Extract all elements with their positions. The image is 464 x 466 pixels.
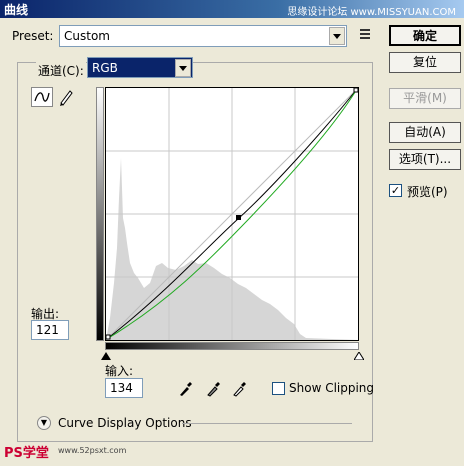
black-point-slider-icon[interactable] [101,352,111,360]
input-gradient-bar [105,342,359,350]
preset-label: Preset: [12,29,54,43]
curve-graph-svg[interactable] [105,87,359,341]
reset-button[interactable]: 复位 [389,52,461,73]
channel-value: RGB [92,61,118,75]
white-point-slider-icon[interactable] [354,352,364,360]
curve-endpoint-white[interactable] [353,87,359,93]
ok-button[interactable]: 确定 [389,25,461,46]
preset-value: Custom [64,29,110,43]
curve-display-options-label[interactable]: Curve Display Options [58,416,192,430]
divider [182,423,352,424]
output-gradient-bar [96,87,104,341]
black-eyedropper-icon[interactable] [178,379,194,397]
smooth-button[interactable]: 平滑(M) [389,88,461,109]
preview-checkbox[interactable]: ✓ [389,184,402,197]
pencil-icon[interactable] [55,87,77,107]
input-label: 输入: [105,364,134,378]
preset-dropdown[interactable]: Custom [59,25,347,47]
bottom-watermark: PS学堂 www.52psxt.com [0,440,150,464]
curve-endpoint-black[interactable] [105,334,111,340]
show-clipping-label: Show Clipping [289,381,375,395]
options-button[interactable]: 选项(T)... [389,149,461,170]
gray-eyedropper-icon[interactable] [206,379,222,397]
title-bar: 曲线 思缘设计论坛 www.MISSYUAN.COM [0,0,464,18]
output-field[interactable]: 121 [31,320,69,340]
curve-tool-icon[interactable] [31,87,53,107]
watermark-logo: PS学堂 [4,446,49,461]
channel-label: 通道(C): [36,62,86,79]
curve-point[interactable] [236,215,241,220]
preview-label: 预览(P) [407,185,448,199]
white-eyedropper-icon[interactable] [232,379,248,397]
watermark-url: www.52psxt.com [58,446,127,455]
channel-dropdown[interactable]: RGB [87,57,193,78]
top-watermark: 思缘设计论坛 www.MISSYUAN.COM [287,7,456,18]
curve-graph[interactable] [105,87,359,341]
show-clipping-checkbox[interactable] [272,382,285,395]
chevron-down-icon[interactable] [329,27,345,45]
window-title: 曲线 [4,3,29,17]
auto-button[interactable]: 自动(A) [389,122,461,143]
preset-options-icon[interactable] [356,29,372,43]
chevron-down-icon[interactable] [175,59,191,77]
chevron-down-icon[interactable]: ▼ [37,416,51,430]
input-field[interactable]: 134 [105,378,143,398]
